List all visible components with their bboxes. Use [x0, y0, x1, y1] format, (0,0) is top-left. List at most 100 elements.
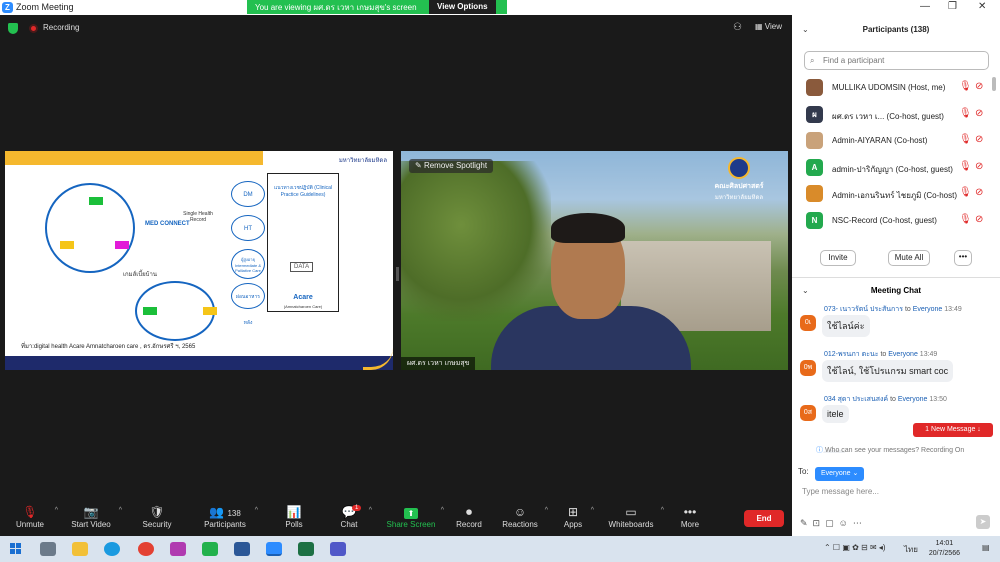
emoji-icon[interactable]: ☺ [839, 518, 853, 528]
recipient-select[interactable]: Everyone ⌄ [815, 467, 865, 481]
share-caret-icon[interactable]: ^ [441, 507, 444, 514]
view-options-button[interactable]: View Options [429, 0, 496, 14]
participants-collapse-icon[interactable]: ⌄ [802, 15, 809, 45]
chrome-icon[interactable] [138, 542, 154, 556]
whiteboards-caret-icon[interactable]: ^ [661, 507, 664, 514]
format-icon[interactable]: ✎ [800, 518, 813, 528]
chat-more-icon[interactable]: ⋯ [853, 518, 867, 528]
chat-caret-icon[interactable]: ^ [369, 507, 372, 514]
mic-muted-icon[interactable]: 🎙 [959, 214, 972, 225]
audio-options-caret-icon[interactable]: ^ [55, 507, 58, 514]
immersive-view-icon[interactable]: ⚇ [733, 22, 742, 33]
invite-button[interactable]: Invite [820, 250, 856, 266]
video-off-icon[interactable]: ⊘ [975, 214, 983, 225]
mic-muted-icon[interactable]: 🎙 [959, 81, 972, 92]
tray-icons[interactable]: ⌃ ☐ ▣ ✿ ⊟ ✉ ◂) [824, 543, 886, 552]
participants-button[interactable]: 👥 138 Participants ^ [200, 505, 258, 536]
split-divider-handle[interactable] [396, 267, 399, 281]
participant-row[interactable]: Admin-AIYARAN (Co-host) 🎙 ⊘ [792, 128, 1000, 155]
end-meeting-button[interactable]: End [744, 510, 784, 527]
meeting-toolbar: 🎙 Unmute ^ 📷 Start Video ^ 🛡 Security 👥 … [0, 505, 792, 536]
zoom-taskbar-icon[interactable] [266, 542, 282, 556]
participant-row[interactable]: MULLIKA UDOMSIN (Host, me) 🎙 ⊘ [792, 75, 1000, 102]
participants-caret-icon[interactable]: ^ [255, 507, 258, 514]
chat-message: 0พ 012-พรนภา ตะนะ to Everyone 13:49 ใช้ไลน… [792, 348, 1000, 393]
video-off-icon[interactable]: ⊘ [975, 81, 983, 92]
mic-muted-icon[interactable]: 🎙 [959, 187, 972, 198]
excel-icon[interactable] [298, 542, 314, 556]
line-icon[interactable] [202, 542, 218, 556]
apps-button[interactable]: ⊞ Apps ^ [560, 505, 594, 536]
participant-name: ผศ.ดร เวหา เ... (Co-host, guest) [832, 111, 944, 121]
find-participant-input[interactable]: ⌕ Find a participant [804, 51, 989, 70]
chat-bubble[interactable]: itele [822, 405, 849, 423]
chat-time: 13:49 [944, 306, 962, 313]
share-screen-button[interactable]: ⬆ Share Screen ^ [386, 505, 444, 536]
video-off-icon[interactable]: ⊘ [975, 134, 983, 145]
app-icon[interactable] [170, 542, 186, 556]
participant-row[interactable]: Aadmin-ปาริกัญญา (Co-host, guest) 🎙 ⊘ [792, 155, 1000, 182]
tray-language[interactable]: ไทย [904, 543, 918, 556]
word-icon[interactable] [234, 542, 250, 556]
data-label: DATA [290, 262, 314, 272]
participants-more-button[interactable]: ••• [954, 250, 972, 266]
remove-spotlight-button[interactable]: ✎ Remove Spotlight [409, 159, 494, 173]
whiteboard-icon: ▭ [625, 505, 637, 519]
participant-row[interactable]: ผ ผศ.ดร เวหา เ... (Co-host, guest) 🎙 ⊘ [792, 102, 1000, 129]
mute-all-button[interactable]: Mute All [888, 250, 930, 266]
new-message-button[interactable]: 1 New Message ↓ [913, 423, 993, 437]
participants-glyph: 👥 [209, 505, 225, 519]
chat-collapse-icon[interactable]: ⌄ [802, 278, 809, 304]
security-button[interactable]: 🛡 Security [138, 505, 176, 536]
microphone-muted-icon: 🎙 [22, 505, 38, 519]
participant-scrollbar[interactable] [992, 77, 996, 91]
mic-muted-icon[interactable]: 🎙 [959, 134, 972, 145]
chat-button[interactable]: 💬 1 Chat ^ [334, 505, 372, 536]
restore-button[interactable]: ❐ [948, 1, 957, 12]
screenshot-icon[interactable]: ⊡ [813, 518, 826, 528]
participant-row[interactable]: Admin-เอกนรินทร์ ไชยภูมิ (Co-host) 🎙 ⊘ [792, 181, 1000, 208]
remove-spotlight-label: Remove Spotlight [423, 161, 488, 170]
chat-bubble[interactable]: ใช้ไลน์ค่ะ [822, 315, 870, 337]
whiteboards-button[interactable]: ▭ Whiteboards ^ [606, 505, 664, 536]
slide-header-bar [5, 151, 263, 165]
who-can-see-link[interactable]: ⓘ Who can see your messages? Recording O… [816, 445, 964, 455]
chat-message-input[interactable]: Type message here... [802, 487, 879, 496]
view-button[interactable]: ▦ View [755, 22, 782, 31]
mic-muted-icon[interactable]: 🎙 [959, 161, 972, 172]
edge-icon[interactable] [104, 542, 120, 556]
file-explorer-icon[interactable] [72, 542, 88, 556]
whiteboards-label: Whiteboards [608, 520, 654, 529]
encryption-shield-icon[interactable] [8, 23, 18, 34]
teams-icon[interactable] [330, 542, 346, 556]
participant-row[interactable]: N NSC-Record (Co-host, guest) 🎙 ⊘ [792, 208, 1000, 235]
video-off-icon[interactable]: ⊘ [975, 187, 983, 198]
participant-name: Admin-AIYARAN (Co-host) [832, 136, 928, 145]
polls-button[interactable]: 📊 Polls [278, 505, 310, 536]
video-off-icon[interactable]: ⊘ [975, 161, 983, 172]
camera-app-icon[interactable] [40, 542, 56, 556]
more-button[interactable]: ••• More [676, 505, 704, 536]
recording-label[interactable]: Recording [43, 23, 79, 32]
send-icon[interactable]: ➤ [976, 515, 990, 529]
windows-start-icon[interactable] [10, 543, 22, 555]
reactions-button[interactable]: ☺ Reactions ^ [500, 505, 548, 536]
video-options-caret-icon[interactable]: ^ [119, 507, 122, 514]
mic-muted-icon[interactable]: 🎙 [959, 108, 972, 119]
file-icon[interactable]: ▢ [825, 518, 839, 528]
minimize-button[interactable]: — [920, 1, 930, 12]
chat-bubble[interactable]: ใช้ไลน์, ใช้โปรแกรม smart coc [822, 360, 954, 382]
unmute-button[interactable]: 🎙 Unmute ^ [10, 505, 58, 536]
record-button[interactable]: ⏺ Record [452, 505, 486, 536]
meeting-stage: Recording ⚇ ▦ View มหาวิทยาลัยมหิดล MED … [0, 15, 792, 505]
chat-to: to [880, 351, 887, 358]
close-button[interactable]: ✕ [978, 1, 986, 12]
start-video-button[interactable]: 📷 Start Video ^ [68, 505, 122, 536]
reactions-caret-icon[interactable]: ^ [545, 507, 548, 514]
notification-icon[interactable]: ▤ [982, 543, 990, 552]
spotlight-video-tile[interactable]: ✎ Remove Spotlight คณะศิลปศาสตร์ มหาวิทย… [401, 151, 788, 370]
video-off-icon[interactable]: ⊘ [975, 108, 983, 119]
taskbar-clock[interactable]: 14:01 20/7/2566 [929, 539, 960, 559]
apps-caret-icon[interactable]: ^ [591, 507, 594, 514]
chat-badge: 1 [352, 505, 362, 511]
